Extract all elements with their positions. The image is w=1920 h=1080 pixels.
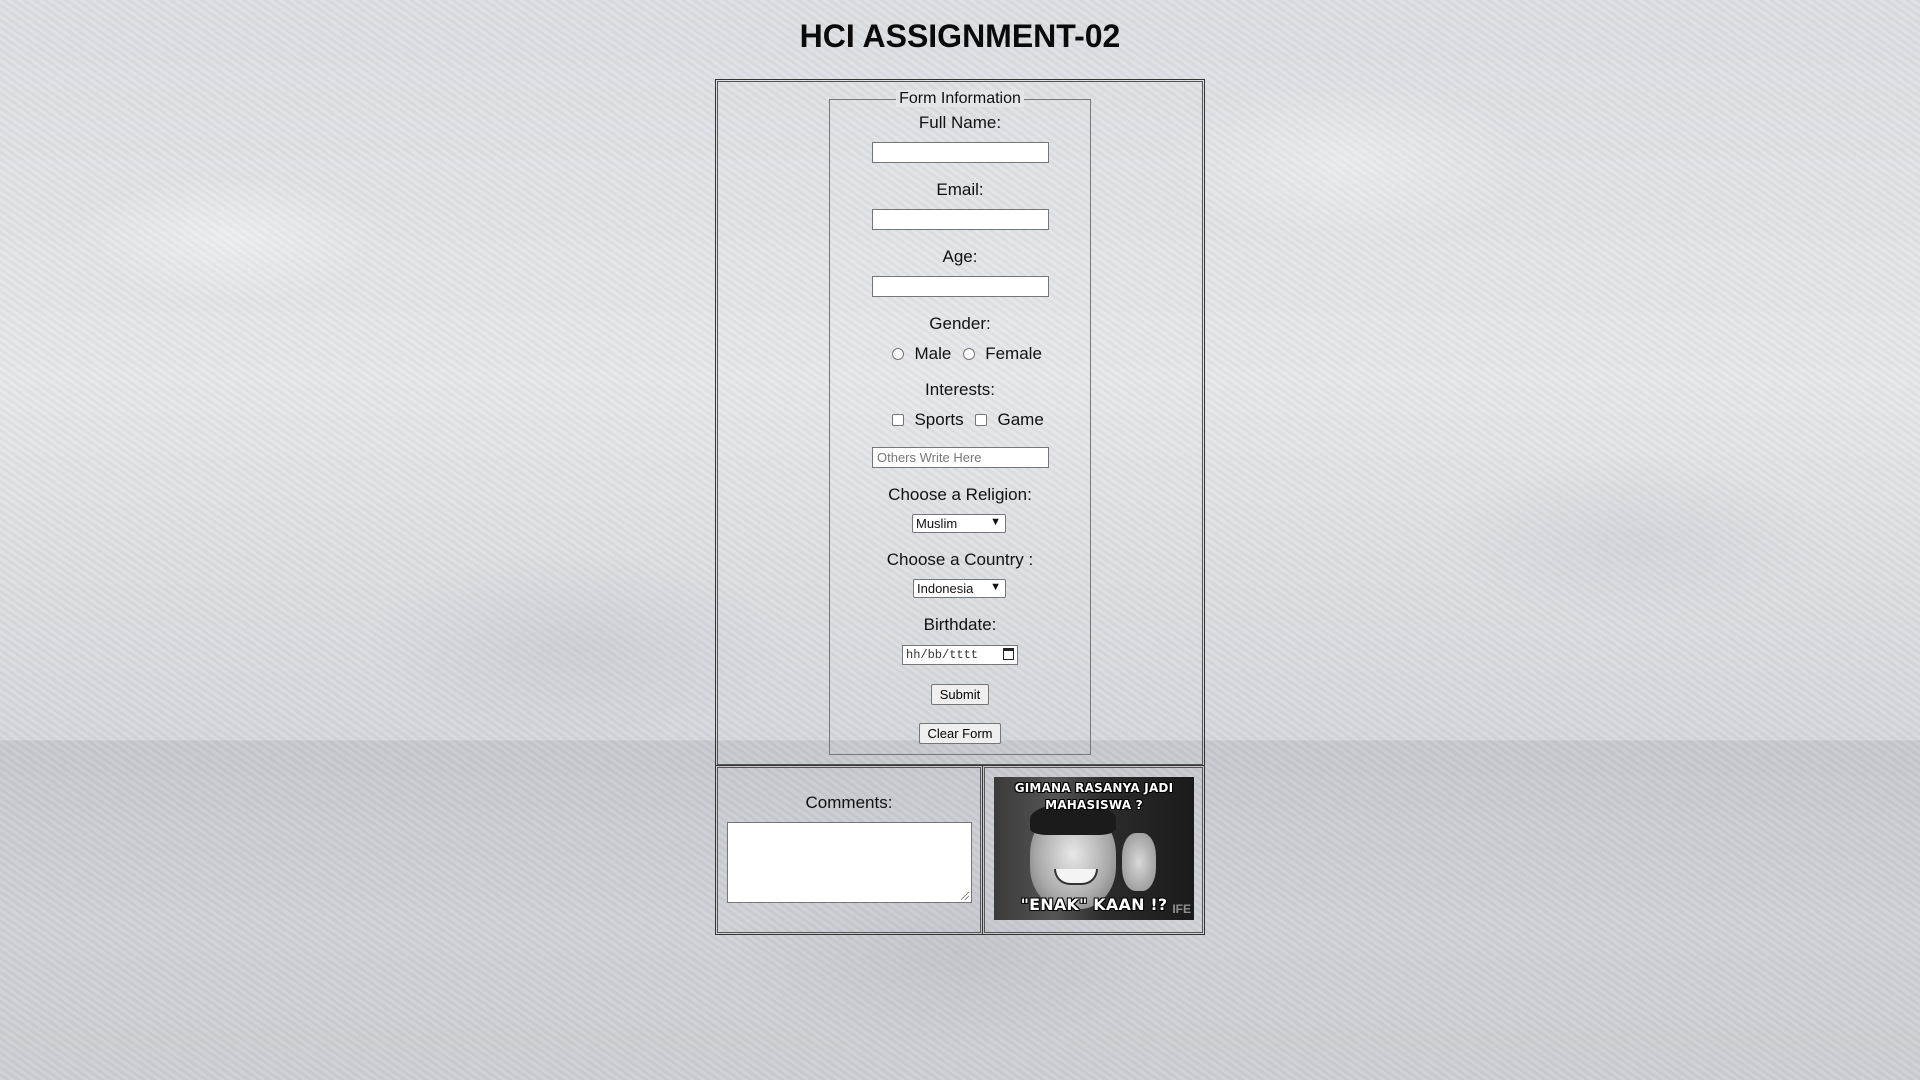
birthdate-input[interactable]: hh/bb/tttt bbox=[902, 645, 1018, 665]
birthdate-placeholder: hh/bb/tttt bbox=[906, 648, 979, 662]
gender-radio-male[interactable] bbox=[892, 348, 904, 360]
comments-textarea[interactable] bbox=[727, 822, 972, 903]
email-input[interactable] bbox=[872, 209, 1049, 230]
meme-image: GIMANA RASANYA JADI MAHASISWA ? "ENAK" K… bbox=[994, 777, 1194, 920]
interest-sports-label: Sports bbox=[914, 410, 964, 429]
interests-label: Interests: bbox=[925, 380, 995, 399]
country-label: Choose a Country : bbox=[886, 550, 1034, 569]
comments-label: Comments: bbox=[805, 793, 893, 812]
meme-caption-top: GIMANA RASANYA JADI MAHASISWA ? bbox=[1014, 781, 1174, 812]
religion-selected: Muslim bbox=[916, 516, 958, 531]
interest-game-label: Game bbox=[997, 410, 1044, 429]
meme-watermark: IFE bbox=[1172, 902, 1191, 916]
meme-caption-bottom: "ENAK" KAAN !? bbox=[1020, 895, 1168, 914]
age-label: Age: bbox=[942, 247, 978, 266]
email-label: Email: bbox=[936, 180, 984, 199]
full-name-label: Full Name: bbox=[918, 113, 1002, 132]
table-divider-horizontal bbox=[715, 765, 1205, 766]
gender-male-label: Male bbox=[914, 344, 952, 363]
age-input[interactable] bbox=[872, 276, 1049, 297]
interest-checkbox-sports[interactable] bbox=[892, 414, 904, 426]
interests-options: Sports Game bbox=[892, 410, 1044, 430]
chevron-down-icon: ▼ bbox=[990, 516, 1001, 528]
resize-grip-icon[interactable] bbox=[961, 892, 969, 900]
country-select[interactable]: Indonesia ▼ bbox=[913, 579, 1006, 598]
others-interest-input[interactable]: Others Write Here bbox=[872, 447, 1049, 468]
form-legend-text: Form Information bbox=[896, 90, 1024, 107]
form-legend: Form Information bbox=[830, 90, 1090, 108]
clear-form-button[interactable]: Clear Form bbox=[919, 723, 1001, 744]
birthdate-label: Birthdate: bbox=[923, 615, 997, 634]
gender-options: Male Female bbox=[892, 344, 1042, 364]
religion-select[interactable]: Muslim ▼ bbox=[912, 514, 1006, 533]
religion-label: Choose a Religion: bbox=[888, 485, 1032, 504]
submit-button[interactable]: Submit bbox=[931, 684, 989, 705]
full-name-input[interactable] bbox=[872, 142, 1049, 163]
country-selected: Indonesia bbox=[917, 581, 974, 596]
gender-radio-female[interactable] bbox=[962, 348, 975, 360]
gender-female-label: Female bbox=[985, 344, 1042, 363]
table-divider-vertical bbox=[982, 766, 983, 934]
page-title: HCI ASSIGNMENT-02 bbox=[799, 18, 1121, 54]
interest-checkbox-game[interactable] bbox=[975, 414, 988, 426]
calendar-icon[interactable] bbox=[1003, 648, 1014, 660]
gender-label: Gender: bbox=[929, 314, 991, 333]
chevron-down-icon: ▼ bbox=[990, 581, 1001, 593]
